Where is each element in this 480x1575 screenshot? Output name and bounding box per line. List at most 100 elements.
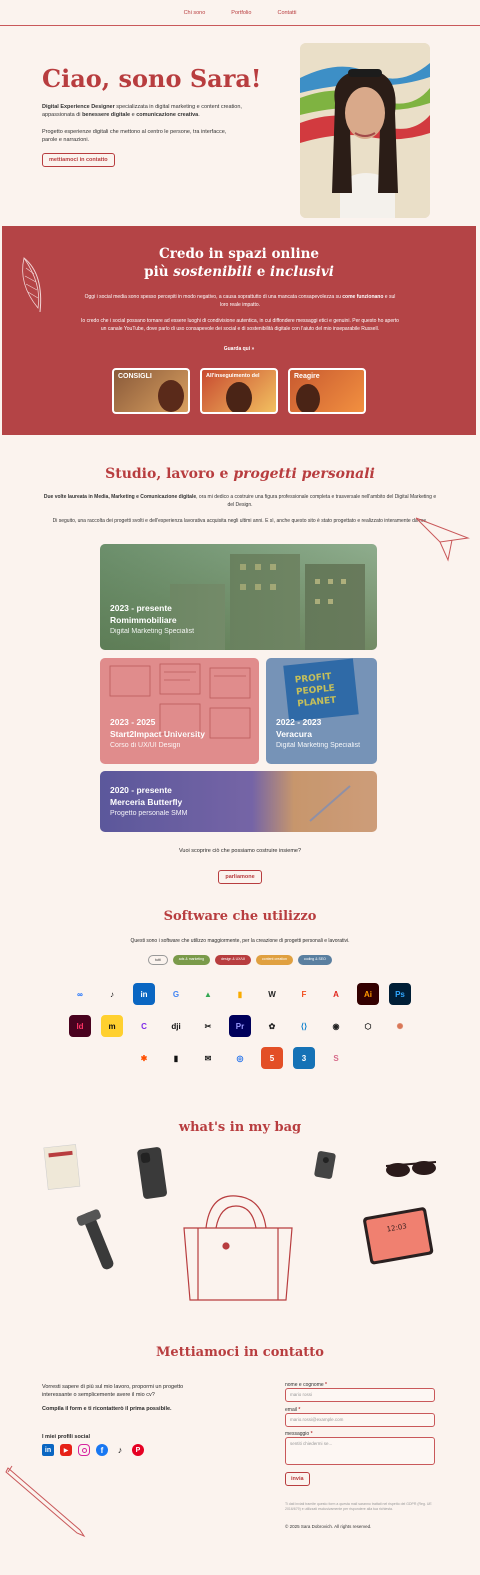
- nav-chi-sono[interactable]: Chi sono: [184, 10, 206, 16]
- values-section: Credo in spazi online più sostenibili e …: [2, 226, 476, 435]
- pencil-icon: [5, 1465, 86, 1538]
- google-icon: G: [165, 983, 187, 1005]
- card-years: 2023 - 2025: [110, 717, 156, 727]
- phone-icon: [137, 1147, 167, 1199]
- pinterest-icon[interactable]: P: [132, 1444, 144, 1456]
- software-row-2: Id m Cdji ✂ Pr ✿ ⟨⟩ ◉ ⬡ ✺: [0, 1015, 480, 1037]
- software-subtitle: Questi sono i software che utilizzo magg…: [130, 938, 350, 944]
- github-icon: ◎: [229, 1047, 251, 1069]
- linkedin-icon[interactable]: in: [42, 1444, 54, 1456]
- project-card-start2impact[interactable]: 2023 - 2025 Start2Impact University Cors…: [100, 658, 259, 764]
- premiere-pro-icon: Pr: [229, 1015, 251, 1037]
- values-paragraph-2: Io credo che i social possano tornare ad…: [81, 318, 399, 332]
- software-row-3: ✱ ▮ ✉ ◎ 5 3 S: [0, 1047, 480, 1069]
- email-input[interactable]: mario.rossi@example.com: [285, 1413, 435, 1427]
- filter-chip[interactable]: coding & SEO: [297, 955, 332, 965]
- card-name: Merceria Butterfly: [110, 797, 183, 807]
- filter-chip[interactable]: tutti: [148, 955, 168, 965]
- top-nav: Chi sono Portfolio Contatti: [0, 0, 480, 26]
- project-card-veracura[interactable]: PROFIT PEOPLE PLANET 2022 - 2023 Veracur…: [266, 658, 377, 764]
- card-role: Digital Marketing Specialist: [110, 628, 195, 635]
- contact-cta-button[interactable]: mettiamoci in contatto: [42, 153, 115, 167]
- contact-instruction: Compila il form e ti ricontatterò il pri…: [42, 1406, 172, 1412]
- hero-title: Ciao, sono Sara!: [42, 64, 262, 93]
- action-camera-icon: [314, 1151, 336, 1179]
- canva-icon: C: [133, 1015, 155, 1037]
- project-card-romimmobiliare[interactable]: 2023 - presente Romimmobiliare Digital M…: [100, 544, 377, 650]
- wordpress-icon: W: [261, 983, 283, 1005]
- contact-title: Mettiamoci in contatto: [156, 1345, 324, 1360]
- html5-icon: 5: [261, 1047, 283, 1069]
- projects-subintro: Di seguito, una raccolta dei progetti sv…: [52, 518, 428, 524]
- sunglasses-icon: [385, 1161, 437, 1177]
- claude-icon: ✺: [389, 1015, 411, 1037]
- illustrator-icon: Ai: [357, 983, 379, 1005]
- software-title: Software che utilizzo: [163, 909, 317, 924]
- paper-plane-icon: [415, 517, 470, 562]
- card-years: 2020 - presente: [110, 785, 172, 795]
- message-textarea[interactable]: sentiti chiedermi se...: [285, 1437, 435, 1465]
- submit-button[interactable]: invia: [285, 1472, 310, 1486]
- projects-question: Vuoi scoprire ciò che possiamo costruire…: [178, 848, 302, 854]
- project-card-merceria[interactable]: 2020 - presente Merceria Butterfly Proge…: [100, 771, 377, 832]
- nav-portfolio[interactable]: Portfolio: [231, 10, 251, 16]
- name-input[interactable]: mario rossi: [285, 1388, 435, 1402]
- capcut-icon: ✂: [197, 1015, 219, 1037]
- profile-photo: [300, 43, 430, 218]
- scribble-icon: S: [325, 1047, 347, 1069]
- social-label: I miei profili social: [42, 1434, 90, 1440]
- card-years: 2022 - 2023: [276, 717, 322, 727]
- css3-icon: 3: [293, 1047, 315, 1069]
- photoshop-icon: Ps: [389, 983, 411, 1005]
- hero-intro: Digital Experience Designer specializzat…: [42, 104, 242, 118]
- copilot-icon: ◉: [325, 1015, 347, 1037]
- nav-contatti[interactable]: Contatti: [277, 10, 296, 16]
- filter-chip[interactable]: design & UX/UI: [215, 955, 251, 965]
- codesandbox-icon: ⬡: [357, 1015, 379, 1037]
- youtube-link[interactable]: Guarda qui »: [2, 346, 476, 352]
- filter-chip[interactable]: ads & marketing: [172, 955, 211, 965]
- projects-title: Studio, lavoro e progetti personali: [105, 466, 375, 482]
- card-name: Romimmobiliare: [110, 615, 177, 625]
- card-name: Veracura: [276, 729, 312, 739]
- card-name: Start2Impact University: [110, 729, 205, 739]
- tiktok-icon[interactable]: ♪: [114, 1444, 126, 1456]
- vs-code-icon: ⟨⟩: [293, 1015, 315, 1037]
- values-paragraph-1: Oggi i social media sono spesso percepit…: [84, 294, 396, 308]
- zapier-icon: ✱: [133, 1047, 155, 1069]
- instagram-icon[interactable]: [78, 1444, 90, 1456]
- parliamone-button[interactable]: parliamone: [218, 870, 262, 884]
- analytics-icon: ▮: [229, 983, 251, 1005]
- meta-icon: ∞: [69, 983, 91, 1005]
- card-role: Progetto personale SMM: [110, 810, 188, 817]
- hero-subtext: Progetto esperienze digitali che mettono…: [42, 129, 227, 143]
- facebook-icon[interactable]: f: [96, 1444, 108, 1456]
- video-thumbnail-2[interactable]: All'inseguimento del: [200, 368, 278, 414]
- values-title-line1: Credo in spazi online: [159, 246, 319, 262]
- youtube-icon[interactable]: ▶: [60, 1444, 72, 1456]
- filter-chip[interactable]: content creation: [256, 955, 293, 965]
- video-thumbnail-1[interactable]: CONSIGLI: [112, 368, 190, 414]
- software-filters: tutti ads & marketing design & UX/UI conten…: [0, 955, 480, 965]
- video-thumbnail-3[interactable]: Reagire: [288, 368, 366, 414]
- chatgpt-icon: ✿: [261, 1015, 283, 1037]
- privacy-note: Ti dati inviati tramite questo form a qu…: [285, 1502, 432, 1511]
- notion-icon: ▮: [165, 1047, 187, 1069]
- miro-icon: m: [101, 1015, 123, 1037]
- figma-icon: F: [293, 983, 315, 1005]
- social-icons: in ▶ f ♪ P: [42, 1444, 150, 1456]
- book-icon: [43, 1144, 81, 1190]
- mailchimp-icon: ✉: [197, 1047, 219, 1069]
- bag-title: what's in my bag: [178, 1120, 302, 1135]
- indesign-icon: Id: [69, 1015, 91, 1037]
- adobe-icon: A: [325, 983, 347, 1005]
- contact-intro: Vorresti sapere di più sul mio lavoro, p…: [42, 1384, 184, 1398]
- card-role: Digital Marketing Specialist: [276, 742, 361, 749]
- dji-icon: dji: [165, 1015, 187, 1037]
- google-ads-icon: ▲: [197, 983, 219, 1005]
- tiktok-icon: ♪: [101, 983, 123, 1005]
- gimbal-icon: [76, 1209, 114, 1270]
- linkedin-icon: in: [133, 983, 155, 1005]
- tote-bag-icon: [183, 1195, 293, 1301]
- values-title-line2: più sostenibili e inclusivi: [144, 264, 334, 280]
